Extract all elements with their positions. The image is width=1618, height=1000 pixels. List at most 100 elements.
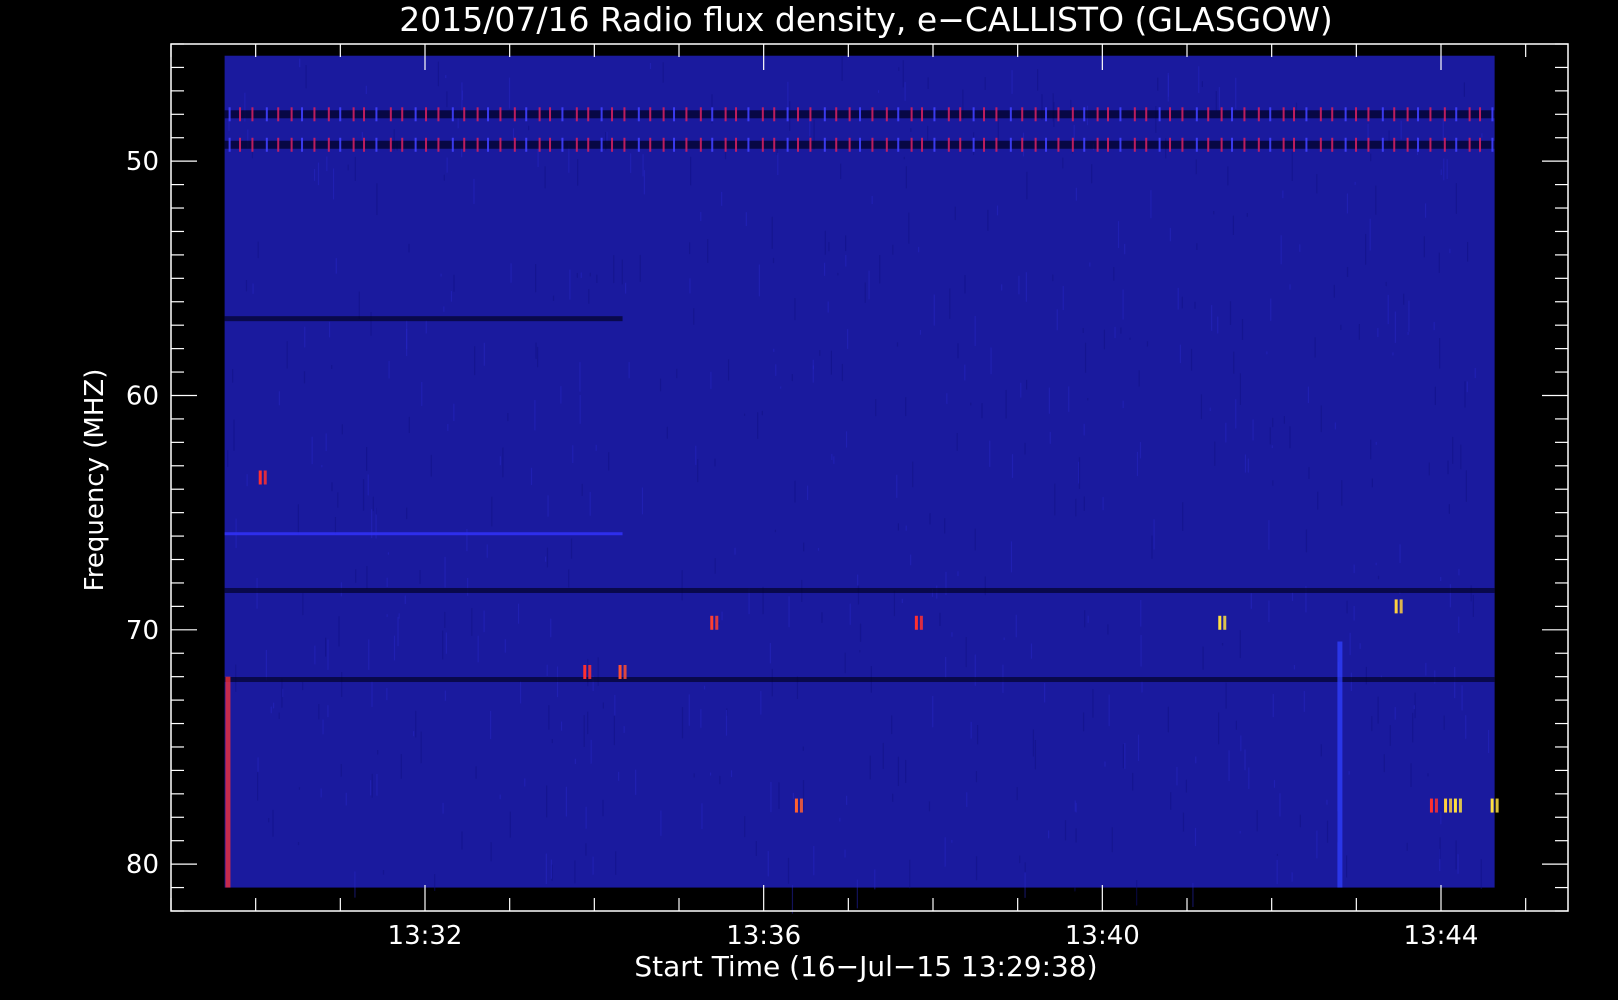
heatmap-noise [367, 474, 369, 496]
rfi-mark [239, 137, 242, 152]
heatmap-noise [444, 556, 446, 588]
heatmap-noise [1320, 405, 1322, 433]
rfi-mark [277, 107, 280, 122]
heatmap-noise [780, 386, 782, 389]
heatmap-noise [1181, 296, 1183, 309]
heatmap-noise [1364, 233, 1367, 265]
rfi-mark [1367, 137, 1370, 152]
rfi-mark [425, 107, 428, 122]
heatmap-noise [929, 513, 931, 525]
rfi-mark [699, 137, 702, 152]
heatmap-noise [486, 544, 488, 558]
heatmap-noise [1075, 187, 1077, 201]
heatmap-noise [1054, 483, 1056, 516]
rfi-mark [1305, 107, 1308, 122]
heatmap-noise [1375, 185, 1377, 215]
heatmap-noise [714, 458, 716, 467]
heatmap-noise [1464, 381, 1466, 408]
rfi-mark [947, 107, 950, 122]
heatmap-noise [1235, 399, 1237, 429]
heatmap-noise [314, 645, 316, 665]
heatmap-noise [1348, 771, 1350, 775]
rfi-mark [995, 137, 998, 152]
heatmap-noise [517, 603, 520, 624]
heatmap-noise [1070, 99, 1072, 109]
heatmap-noise [445, 632, 447, 654]
heatmap-noise [477, 635, 479, 663]
heatmap-noise [1408, 300, 1410, 332]
heatmap-noise [1221, 643, 1224, 646]
rfi-mark [1107, 137, 1110, 152]
heatmap-noise [437, 61, 440, 87]
x-tick-label: 13:44 [1404, 921, 1479, 951]
heatmap-noise [358, 291, 360, 319]
rfi-mark [797, 137, 800, 152]
heatmap-noise [1433, 322, 1435, 331]
rfi-mark [389, 137, 392, 152]
heatmap-noise [905, 525, 907, 531]
heatmap-noise [703, 685, 706, 690]
heatmap-noise [1005, 389, 1007, 419]
rfi-mark [797, 107, 800, 122]
heatmap-noise [1136, 451, 1139, 477]
heatmap-noise [970, 402, 972, 406]
rfi-mark [1319, 107, 1322, 122]
heatmap-noise [327, 705, 329, 718]
heatmap-noise [791, 374, 793, 382]
rfi-mark [1243, 137, 1246, 152]
heatmap-noise [1034, 740, 1037, 770]
heatmap-noise [882, 742, 884, 769]
heatmap-noise [905, 397, 907, 417]
heatmap-noise [453, 274, 455, 292]
heatmap-noise [327, 639, 329, 670]
rfi-mark [761, 107, 764, 122]
heatmap-noise [268, 817, 270, 823]
heatmap-noise [1354, 181, 1356, 185]
heatmap-noise [366, 447, 368, 471]
heatmap-noise [1024, 872, 1026, 898]
dark-line [224, 677, 1495, 683]
heatmap-noise [1129, 337, 1131, 340]
heatmap-noise [415, 710, 417, 738]
heatmap-noise [802, 780, 805, 811]
heatmap-noise [1279, 793, 1281, 817]
burst-mark [1394, 599, 1398, 614]
rfi-mark [239, 107, 242, 122]
rfi-mark [933, 137, 936, 152]
rfi-mark [897, 137, 900, 152]
heatmap-noise [393, 635, 396, 661]
heatmap-noise [757, 412, 759, 439]
rfi-mark [662, 107, 665, 122]
heatmap-noise [957, 571, 959, 577]
heatmap-noise [1412, 712, 1414, 743]
heatmap-noise [1250, 593, 1252, 609]
heatmap-noise [483, 342, 485, 366]
heatmap-noise [1389, 724, 1391, 746]
heatmap-noise [831, 453, 833, 460]
heatmap-noise [587, 711, 589, 735]
rfi-mark [835, 137, 838, 152]
heatmap-noise [909, 859, 911, 889]
heatmap-noise [788, 596, 790, 628]
heatmap-noise [615, 851, 617, 875]
heatmap-noise [1385, 281, 1387, 287]
heatmap-noise [547, 495, 549, 517]
rfi-mark [972, 137, 975, 152]
rfi-mark [983, 137, 986, 152]
heatmap-noise [325, 433, 327, 452]
heatmap-noise [775, 364, 777, 376]
rfi-mark [600, 137, 603, 152]
heatmap-noise [256, 772, 259, 801]
rfi-mark [711, 107, 714, 122]
burst-mark [583, 664, 587, 679]
rfi-mark [1181, 107, 1184, 122]
heatmap-noise [370, 780, 372, 796]
heatmap-noise [499, 794, 501, 800]
heatmap-noise [1113, 267, 1115, 281]
heatmap-noise [1487, 729, 1490, 753]
heatmap-noise [338, 616, 340, 647]
rfi-mark [463, 137, 466, 152]
rfi-mark [499, 137, 502, 152]
heatmap-noise [956, 433, 958, 451]
rfi-mark [1381, 137, 1384, 152]
